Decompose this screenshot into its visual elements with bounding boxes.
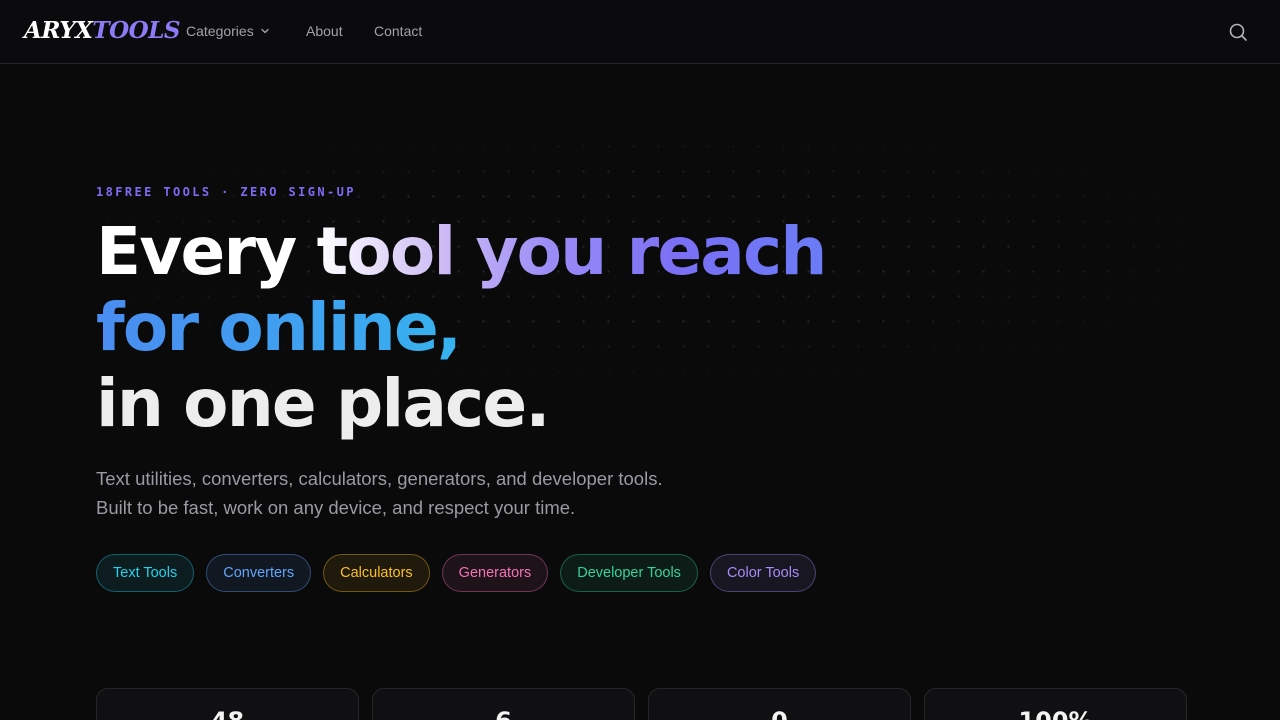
- headline-line-2: for online,: [96, 290, 826, 366]
- nav-about[interactable]: About: [306, 23, 343, 39]
- stat-value: 6: [373, 707, 634, 720]
- stat-card: 48: [96, 688, 359, 720]
- chip-developer-tools[interactable]: Developer Tools: [560, 554, 698, 592]
- nav-categories[interactable]: Categories: [186, 23, 270, 39]
- stats-row: 48 6 0 100%: [96, 688, 1187, 720]
- brand-logo-part1: ARYX: [24, 17, 93, 44]
- nav-contact[interactable]: Contact: [374, 23, 422, 39]
- hero-headline: Every tool you reach for online, in one …: [96, 213, 827, 442]
- headline-line-3: in one place.: [96, 365, 550, 442]
- brand-logo-part2: TOOLS: [92, 17, 181, 44]
- chip-converters[interactable]: Converters: [206, 554, 312, 592]
- stat-value: 100%: [925, 707, 1186, 720]
- stat-value: 0: [649, 707, 910, 720]
- chip-text-tools[interactable]: Text Tools: [96, 554, 195, 592]
- stat-value: 48: [97, 707, 358, 720]
- stat-card: 6: [372, 688, 635, 720]
- chip-calculators[interactable]: Calculators: [323, 554, 430, 592]
- hero-subtitle: Text utilities, converters, calculators,…: [96, 468, 663, 518]
- chevron-down-icon: [261, 28, 269, 34]
- stat-card: 0: [648, 688, 911, 720]
- nav-categories-label: Categories: [186, 23, 254, 39]
- nav-contact-label: Contact: [374, 23, 423, 39]
- search-icon[interactable]: [1227, 21, 1249, 43]
- category-chips: Text Tools Converters Calculators Genera…: [96, 554, 817, 592]
- nav-about-label: About: [306, 23, 343, 39]
- hero-eyebrow: 18FREE TOOLS · ZERO SIGN-UP: [96, 185, 356, 199]
- chip-generators[interactable]: Generators: [441, 554, 549, 592]
- brand-logo[interactable]: ARYXTOOLS: [24, 17, 181, 44]
- stat-card: 100%: [924, 688, 1187, 720]
- top-nav: ARYXTOOLS Categories About Contact: [0, 0, 1280, 64]
- headline-line-1: Every tool you reach: [96, 213, 827, 290]
- chip-color-tools[interactable]: Color Tools: [709, 554, 817, 592]
